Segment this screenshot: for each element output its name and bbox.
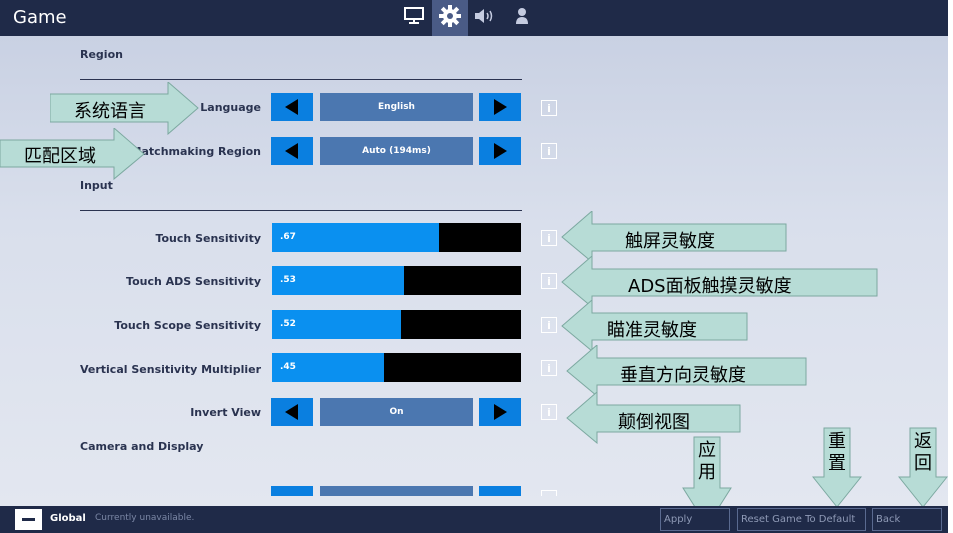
- slider-fill: [272, 223, 439, 252]
- language-prev-button[interactable]: [271, 93, 313, 121]
- annotation-label: 应用: [698, 440, 716, 483]
- language-next-button[interactable]: [479, 93, 521, 121]
- annotation-label: 垂直方向灵敏度: [620, 365, 746, 386]
- back-button[interactable]: Back: [872, 508, 942, 531]
- annotation-reset: 重置: [812, 427, 862, 509]
- matchmaking-value: Auto (194ms): [320, 137, 473, 165]
- arrow-right-icon: [494, 99, 507, 115]
- tab-account[interactable]: [504, 0, 540, 36]
- tab-game[interactable]: [432, 0, 468, 36]
- arrow-left-icon: [285, 404, 298, 420]
- touch-sensitivity-label: Touch Sensitivity: [155, 232, 261, 245]
- window-title: Game: [13, 7, 67, 28]
- monitor-icon: [404, 7, 424, 29]
- annotation-back: 返回: [898, 427, 948, 509]
- invert-prev-button[interactable]: [271, 398, 313, 426]
- section-camera: Camera and Display: [80, 440, 204, 453]
- title-bar: Game: [0, 0, 948, 36]
- slider-value: .67: [280, 232, 296, 242]
- divider: [80, 79, 522, 80]
- annotation-label: 系统语言: [74, 101, 146, 122]
- person-icon: [515, 7, 529, 29]
- status-text: Currently unavailable.: [95, 513, 195, 523]
- annotation-label: ADS面板触摸灵敏度: [628, 276, 792, 297]
- arrow-left-icon: [285, 143, 298, 159]
- info-icon[interactable]: i: [541, 317, 557, 333]
- matchmaking-label: Matchmaking Region: [130, 145, 261, 158]
- vertical-sensitivity-slider[interactable]: .45: [272, 353, 521, 382]
- tab-audio[interactable]: [468, 0, 504, 36]
- matchmaking-next-button[interactable]: [479, 137, 521, 165]
- language-value: English: [320, 93, 473, 121]
- touch-scope-sensitivity-slider[interactable]: .52: [272, 310, 521, 339]
- info-icon[interactable]: i: [541, 273, 557, 289]
- annotation-matchmaking: 匹配区域: [0, 128, 146, 180]
- annotation-label: 瞄准灵敏度: [607, 320, 697, 341]
- annotation-label: 触屏灵敏度: [625, 231, 715, 252]
- touch-ads-sensitivity-label: Touch ADS Sensitivity: [126, 275, 261, 288]
- slider-value: .53: [280, 275, 296, 285]
- speaker-icon: [474, 8, 498, 28]
- gear-icon: [439, 5, 461, 31]
- language-label: Language: [200, 101, 261, 114]
- tab-display[interactable]: [396, 0, 432, 36]
- camera-next-button[interactable]: [479, 486, 521, 496]
- vertical-sensitivity-label: Vertical Sensitivity Multiplier: [79, 363, 261, 376]
- info-icon[interactable]: [541, 490, 557, 496]
- touch-sensitivity-slider[interactable]: .67: [272, 223, 521, 252]
- slider-value: .52: [280, 319, 296, 329]
- global-label: Global: [50, 513, 86, 524]
- global-toggle[interactable]: [15, 509, 42, 530]
- arrow-right-icon: [494, 404, 507, 420]
- arrow-right-icon: [494, 143, 507, 159]
- info-icon[interactable]: i: [541, 230, 557, 246]
- annotation-label: 颠倒视图: [618, 412, 690, 433]
- annotation-label: 匹配区域: [24, 146, 96, 167]
- section-input: Input: [80, 179, 113, 192]
- annotation-vertical: 垂直方向灵敏度: [566, 345, 808, 397]
- camera-value: [320, 486, 473, 496]
- divider: [80, 210, 522, 211]
- touch-ads-sensitivity-slider[interactable]: .53: [272, 266, 521, 295]
- camera-prev-button[interactable]: [271, 486, 313, 496]
- info-icon[interactable]: i: [541, 100, 557, 116]
- matchmaking-prev-button[interactable]: [271, 137, 313, 165]
- reset-game-button[interactable]: Reset Game To Default: [737, 508, 866, 531]
- invert-next-button[interactable]: [479, 398, 521, 426]
- touch-scope-sensitivity-label: Touch Scope Sensitivity: [114, 319, 261, 332]
- invert-view-value: On: [320, 398, 473, 426]
- slider-value: .45: [280, 362, 296, 372]
- annotation-label: 重置: [828, 431, 846, 474]
- arrow-left-icon: [285, 99, 298, 115]
- invert-view-label: Invert View: [190, 406, 261, 419]
- apply-button[interactable]: Apply: [660, 508, 730, 531]
- annotation-label: 返回: [914, 431, 932, 474]
- info-icon[interactable]: i: [541, 360, 557, 376]
- info-icon[interactable]: i: [541, 404, 557, 420]
- footer-bar: Global Currently unavailable. Apply Rese…: [0, 506, 948, 533]
- settings-tabs: [396, 0, 540, 36]
- section-region: Region: [80, 48, 123, 61]
- info-icon[interactable]: i: [541, 143, 557, 159]
